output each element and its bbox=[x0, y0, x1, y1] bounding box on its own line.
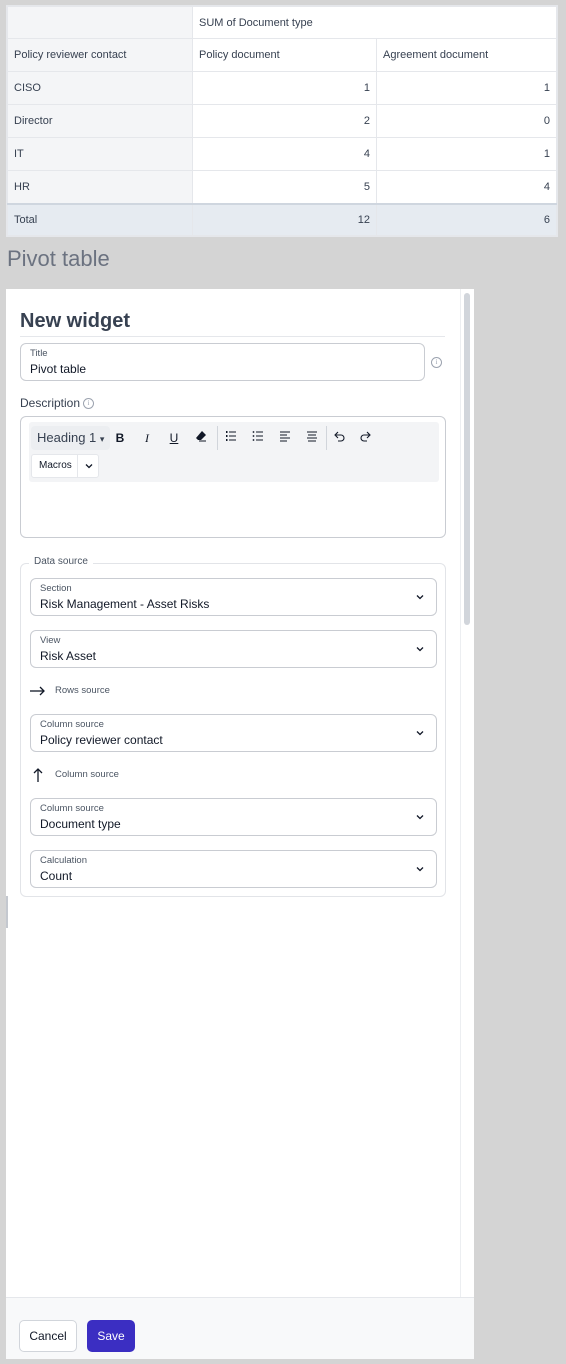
pivot-row-label: HR bbox=[7, 170, 193, 204]
align-left-icon[interactable] bbox=[275, 428, 295, 448]
columns-column-select-value: Document type bbox=[40, 817, 121, 831]
info-icon[interactable]: i bbox=[83, 398, 94, 409]
underline-button[interactable]: U bbox=[164, 428, 184, 448]
view-select-value: Risk Asset bbox=[40, 649, 97, 663]
pivot-cell: 1 bbox=[376, 71, 557, 105]
calculation-select[interactable]: Calculation Count bbox=[30, 850, 437, 888]
editor-toolbar: Heading 1 ▾ B I U Macros bbox=[29, 422, 439, 482]
columns-column-select-label: Column source bbox=[40, 803, 104, 814]
pivot-row-label: Director bbox=[7, 104, 193, 138]
pivot-total-cell: 6 bbox=[376, 202, 557, 236]
undo-icon[interactable] bbox=[329, 428, 349, 448]
view-select-label: View bbox=[40, 635, 61, 646]
pivot-group-header: SUM of Document type bbox=[192, 6, 557, 39]
pivot-row-label: IT bbox=[7, 137, 193, 171]
eraser-icon[interactable] bbox=[191, 428, 211, 448]
ordered-list-icon[interactable] bbox=[221, 428, 241, 448]
table-row: IT 4 1 bbox=[7, 137, 557, 171]
pivot-table: SUM of Document type Policy reviewer con… bbox=[7, 6, 557, 236]
chevron-down-icon bbox=[416, 595, 424, 600]
pivot-cell: 1 bbox=[192, 71, 377, 105]
info-icon[interactable]: i bbox=[431, 357, 442, 368]
cancel-button[interactable]: Cancel bbox=[19, 1320, 77, 1352]
pivot-total-label: Total bbox=[7, 202, 193, 236]
resize-handle[interactable] bbox=[6, 896, 11, 928]
pivot-cell: 4 bbox=[376, 170, 557, 204]
pivot-cell: 4 bbox=[192, 137, 377, 171]
chevron-down-icon bbox=[416, 731, 424, 736]
italic-button[interactable]: I bbox=[137, 428, 157, 448]
pivot-cell: 5 bbox=[192, 170, 377, 204]
toolbar-divider bbox=[326, 426, 327, 450]
rows-source-label: Rows source bbox=[55, 685, 110, 696]
title-field-value: Pivot table bbox=[30, 362, 87, 376]
pivot-row-header: Policy reviewer contact bbox=[7, 38, 193, 72]
chevron-down-icon bbox=[416, 647, 424, 652]
macros-label: Macros bbox=[39, 460, 72, 471]
bold-button[interactable]: B bbox=[110, 428, 130, 448]
section-select-value: Risk Management - Asset Risks bbox=[40, 597, 210, 611]
heading-select[interactable]: Heading 1 ▾ bbox=[31, 426, 111, 450]
save-button[interactable]: Save bbox=[87, 1320, 135, 1352]
table-row: Director 2 0 bbox=[7, 104, 557, 138]
data-source-group: Data source Section Risk Management - As… bbox=[20, 556, 446, 897]
pivot-column-header: Policy document bbox=[192, 38, 377, 72]
panel-footer: Cancel Save bbox=[6, 1297, 474, 1359]
table-row: CISO 1 1 bbox=[7, 71, 557, 105]
panel-title: New widget bbox=[20, 310, 131, 332]
title-field-label: Title bbox=[30, 348, 48, 359]
chevron-down-icon bbox=[85, 464, 93, 469]
calculation-select-value: Count bbox=[40, 869, 73, 883]
title-divider bbox=[20, 336, 445, 337]
scrollbar-thumb[interactable] bbox=[464, 293, 470, 625]
pivot-cell: 1 bbox=[376, 137, 557, 171]
chevron-down-icon: ▾ bbox=[99, 434, 105, 444]
pivot-column-header: Agreement document bbox=[376, 38, 557, 72]
rows-column-select-value: Policy reviewer contact bbox=[40, 733, 163, 747]
data-source-legend: Data source bbox=[29, 556, 93, 567]
columns-column-select[interactable]: Column source Document type bbox=[30, 798, 437, 836]
description-label: Description bbox=[20, 396, 81, 410]
column-source-label: Column source bbox=[55, 769, 119, 780]
pivot-table-preview: SUM of Document type Policy reviewer con… bbox=[6, 5, 558, 237]
widget-caption: Pivot table bbox=[7, 246, 110, 271]
macros-dropdown[interactable]: Macros bbox=[31, 454, 99, 478]
arrow-up-icon bbox=[33, 768, 43, 782]
view-select[interactable]: View Risk Asset bbox=[30, 630, 437, 668]
rows-column-select[interactable]: Column source Policy reviewer contact bbox=[30, 714, 437, 752]
macros-divider bbox=[77, 455, 78, 477]
calculation-select-label: Calculation bbox=[40, 855, 87, 866]
pivot-corner-cell bbox=[7, 6, 193, 39]
table-row: HR 5 4 bbox=[7, 170, 557, 204]
pivot-total-cell: 12 bbox=[192, 202, 377, 236]
rows-column-select-label: Column source bbox=[40, 719, 104, 730]
pivot-cell: 0 bbox=[376, 104, 557, 138]
heading-select-label: Heading 1 bbox=[37, 430, 97, 445]
description-editor[interactable]: Heading 1 ▾ B I U Macros bbox=[20, 416, 446, 538]
align-justify-icon[interactable] bbox=[302, 428, 322, 448]
chevron-down-icon bbox=[416, 867, 424, 872]
pivot-row-label: CISO bbox=[7, 71, 193, 105]
bullet-list-icon[interactable] bbox=[248, 428, 268, 448]
pivot-cell: 2 bbox=[192, 104, 377, 138]
section-select[interactable]: Section Risk Management - Asset Risks bbox=[30, 578, 437, 616]
pivot-total-row: Total 12 6 bbox=[7, 202, 557, 236]
chevron-down-icon bbox=[416, 815, 424, 820]
arrow-right-icon bbox=[30, 686, 45, 696]
toolbar-divider bbox=[217, 426, 218, 450]
title-field[interactable]: Title Pivot table bbox=[20, 343, 425, 381]
section-select-label: Section bbox=[40, 583, 72, 594]
new-widget-panel: New widget Title Pivot table i Descripti… bbox=[6, 289, 474, 1359]
redo-icon[interactable] bbox=[356, 428, 376, 448]
